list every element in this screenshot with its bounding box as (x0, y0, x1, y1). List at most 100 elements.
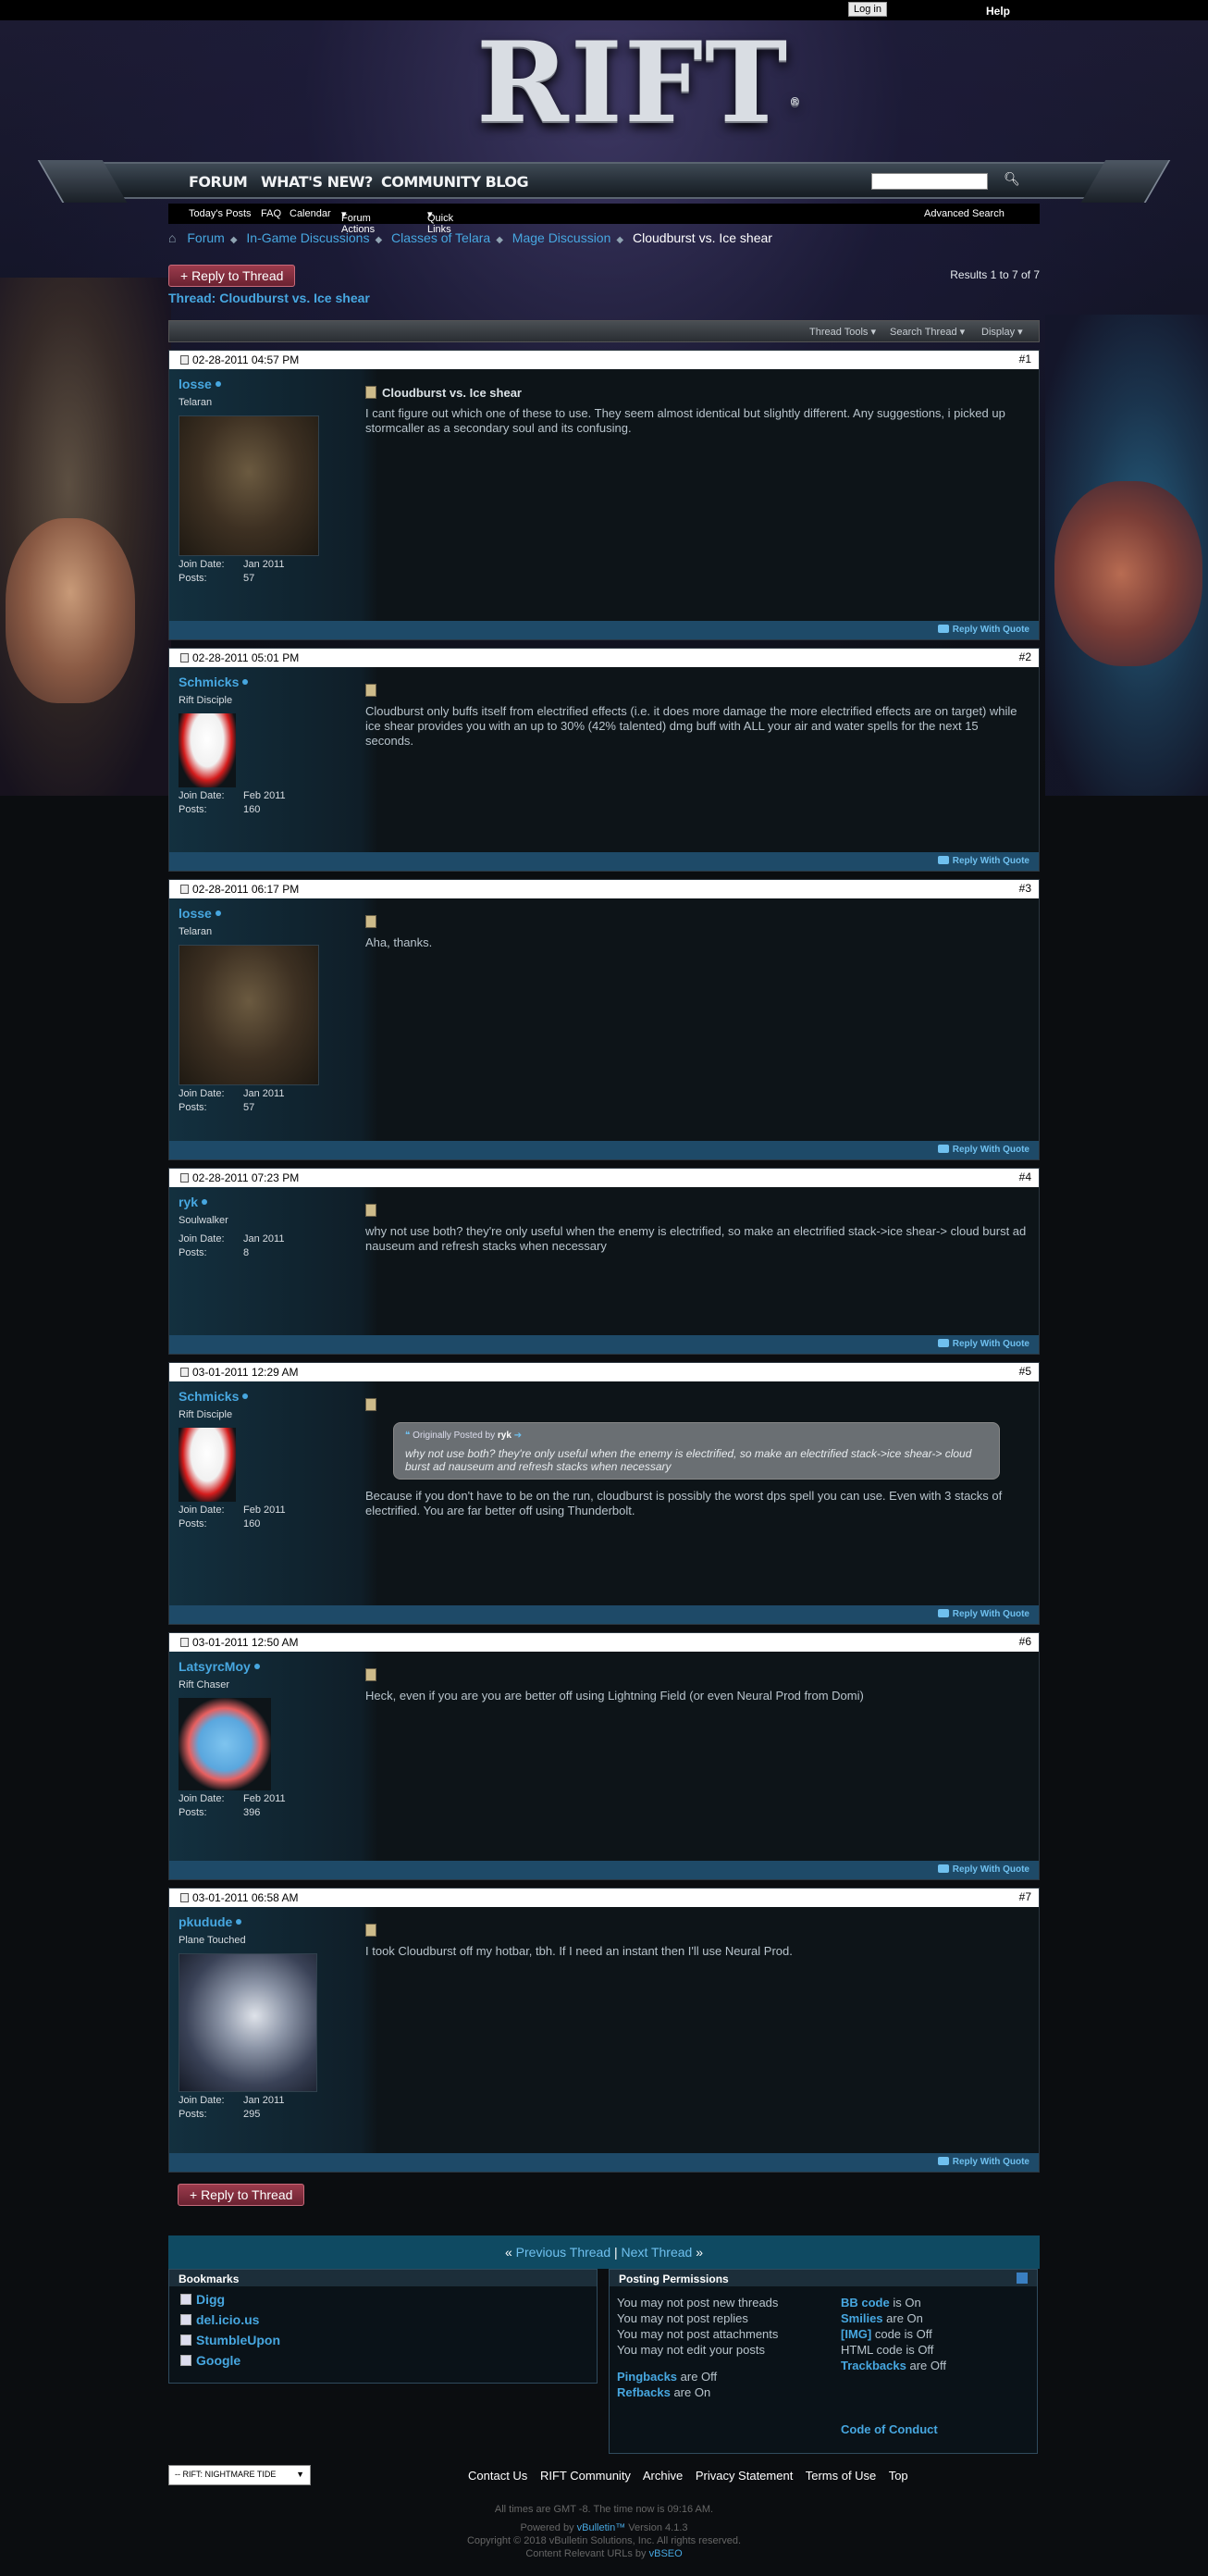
breadcrumb-in-game[interactable]: In-Game Discussions (246, 230, 369, 245)
quote-icon (937, 1339, 949, 1347)
post-number[interactable]: #5 (1019, 1365, 1031, 1378)
post-number[interactable]: #3 (1019, 882, 1031, 895)
post-body: Schmicks Rift Disciple Join Date: Feb 201… (169, 1381, 1039, 1605)
post-number[interactable]: #6 (1019, 1635, 1031, 1648)
avatar[interactable] (179, 1428, 236, 1502)
search-input[interactable] (871, 173, 988, 190)
breadcrumb-classes[interactable]: Classes of Telara (391, 230, 490, 245)
reply-to-thread-button-bottom[interactable]: + Reply to Thread (178, 2184, 305, 2206)
faq-link[interactable]: FAQ (261, 208, 281, 219)
vbseo-link[interactable]: vBSEO (649, 2548, 683, 2559)
footer-rift-community[interactable]: RIFT Community (540, 2469, 631, 2483)
footer-top[interactable]: Top (889, 2469, 908, 2483)
thread-tools-menu[interactable]: Thread Tools ▾ (809, 326, 876, 338)
quote-text: why not use both? they're only useful wh… (405, 1447, 972, 1473)
login-button[interactable]: Log in (848, 2, 887, 17)
search-thread-menu[interactable]: Search Thread ▾ (890, 326, 965, 338)
img-code-link[interactable]: [IMG] (841, 2327, 871, 2341)
view-post-icon[interactable]: ➔ (514, 1430, 522, 1441)
reply-with-quote-button[interactable]: Reply With Quote (937, 856, 1029, 866)
forum-actions-menu[interactable]: Forum Actions ▾ (341, 208, 375, 235)
bookmark-google[interactable]: Google (180, 2353, 597, 2368)
vbulletin-link[interactable]: vBulletin™ (577, 2522, 626, 2533)
bookmarks-box: Bookmarks Digg del.icio.us StumbleUpon G… (168, 2269, 598, 2384)
footer-contact-us[interactable]: Contact Us (468, 2469, 527, 2483)
results-count: Results 1 to 7 of 7 (950, 268, 1040, 281)
quote-author[interactable]: ryk (498, 1430, 512, 1441)
pingbacks-link[interactable]: Pingbacks (617, 2370, 677, 2384)
search-icon[interactable]: 🔍︎ (1003, 171, 1021, 190)
breadcrumb-current: Cloudburst vs. Ice shear (632, 230, 772, 245)
reply-with-quote-button[interactable]: Reply With Quote (937, 2157, 1029, 2167)
username[interactable]: ryk (179, 1195, 354, 1209)
user-title: Rift Chaser (179, 1679, 230, 1690)
post-footer: Reply With Quote (169, 621, 1039, 639)
footer-archive[interactable]: Archive (643, 2469, 683, 2483)
footer-terms[interactable]: Terms of Use (806, 2469, 877, 2483)
post-number[interactable]: #2 (1019, 650, 1031, 663)
thread-tools-bar: Thread Tools ▾ Search Thread ▾ Display ▾ (168, 320, 1040, 342)
breadcrumb-forum[interactable]: Forum (187, 230, 224, 245)
reply-with-quote-button[interactable]: Reply With Quote (937, 1609, 1029, 1619)
avatar[interactable] (179, 1698, 271, 1790)
chevron-down-icon: ▼ (296, 2470, 304, 2479)
avatar[interactable] (179, 415, 319, 556)
post-number[interactable]: #7 (1019, 1890, 1031, 1903)
collapse-icon[interactable] (1017, 2273, 1028, 2284)
avatar[interactable] (179, 945, 319, 1085)
user-title: Telaran (179, 397, 213, 408)
perm-replies: You may not post replies (617, 2311, 748, 2325)
thread-title: Thread: Cloudburst vs. Ice shear (168, 291, 370, 305)
smilies-link[interactable]: Smilies (841, 2311, 883, 2325)
post-content: ❝ Originally Posted by ryk ➔ why not use… (365, 1393, 1028, 1518)
username[interactable]: LatsyrcMoy (179, 1659, 354, 1674)
bookmark-stumbleupon[interactable]: StumbleUpon (180, 2333, 597, 2347)
advanced-search-link[interactable]: Advanced Search (924, 208, 1005, 219)
perm-new-threads: You may not post new threads (617, 2296, 779, 2310)
trackbacks-link[interactable]: Trackbacks (841, 2359, 906, 2372)
next-thread-link[interactable]: Next Thread (622, 2245, 693, 2260)
username[interactable]: pkudude (179, 1914, 354, 1929)
stumbleupon-icon (180, 2334, 191, 2346)
breadcrumb-mage[interactable]: Mage Discussion (512, 230, 611, 245)
avatar[interactable] (179, 713, 236, 787)
reply-with-quote-button[interactable]: Reply With Quote (937, 625, 1029, 635)
quick-links-menu[interactable]: Quick Links ▾ (427, 208, 453, 235)
bookmark-digg[interactable]: Digg (180, 2292, 597, 2307)
reply-with-quote-button[interactable]: Reply With Quote (937, 1864, 1029, 1875)
avatar[interactable] (179, 1953, 317, 2092)
username[interactable]: losse (179, 906, 354, 921)
footer-privacy[interactable]: Privacy Statement (696, 2469, 794, 2483)
nav-forum[interactable]: FORUM (189, 173, 248, 191)
help-link[interactable]: Help (986, 5, 1010, 18)
style-chooser[interactable]: -- RIFT: NIGHTMARE TIDE ▼ (168, 2465, 311, 2485)
breadcrumb-sep-icon: ◆ (496, 235, 503, 245)
code-of-conduct-link[interactable]: Code of Conduct (841, 2422, 938, 2436)
reply-with-quote-button[interactable]: Reply With Quote (937, 1145, 1029, 1155)
post-date: 03-01-2011 12:29 AM (180, 1366, 299, 1379)
nav-community-blog[interactable]: COMMUNITY BLOG (381, 173, 529, 191)
previous-thread-link[interactable]: Previous Thread (516, 2245, 610, 2260)
post-number[interactable]: #4 (1019, 1170, 1031, 1183)
join-date: Join Date: Feb 2011 (179, 1505, 286, 1516)
bbcode-link[interactable]: BB code (841, 2296, 890, 2310)
home-icon[interactable]: ⌂ (168, 230, 176, 245)
bookmark-delicious[interactable]: del.icio.us (180, 2312, 597, 2327)
quote-icon (937, 1864, 949, 1873)
display-menu[interactable]: Display ▾ (981, 326, 1023, 338)
rift-logo[interactable]: RIFT® (476, 28, 800, 139)
reply-to-thread-button[interactable]: + Reply to Thread (168, 265, 296, 287)
post-number[interactable]: #1 (1019, 353, 1031, 365)
username[interactable]: Schmicks (179, 1389, 354, 1404)
refbacks-link[interactable]: Refbacks (617, 2385, 671, 2399)
username[interactable]: Schmicks (179, 675, 354, 689)
post-icon (365, 1668, 376, 1681)
reply-with-quote-button[interactable]: Reply With Quote (937, 1339, 1029, 1349)
user-title: Rift Disciple (179, 695, 233, 706)
post-footer: Reply With Quote (169, 1141, 1039, 1159)
post-footer: Reply With Quote (169, 1861, 1039, 1879)
nav-whats-new[interactable]: WHAT'S NEW? (261, 173, 373, 191)
username[interactable]: losse (179, 377, 354, 391)
todays-posts-link[interactable]: Today's Posts (189, 208, 252, 219)
calendar-link[interactable]: Calendar (290, 208, 331, 219)
